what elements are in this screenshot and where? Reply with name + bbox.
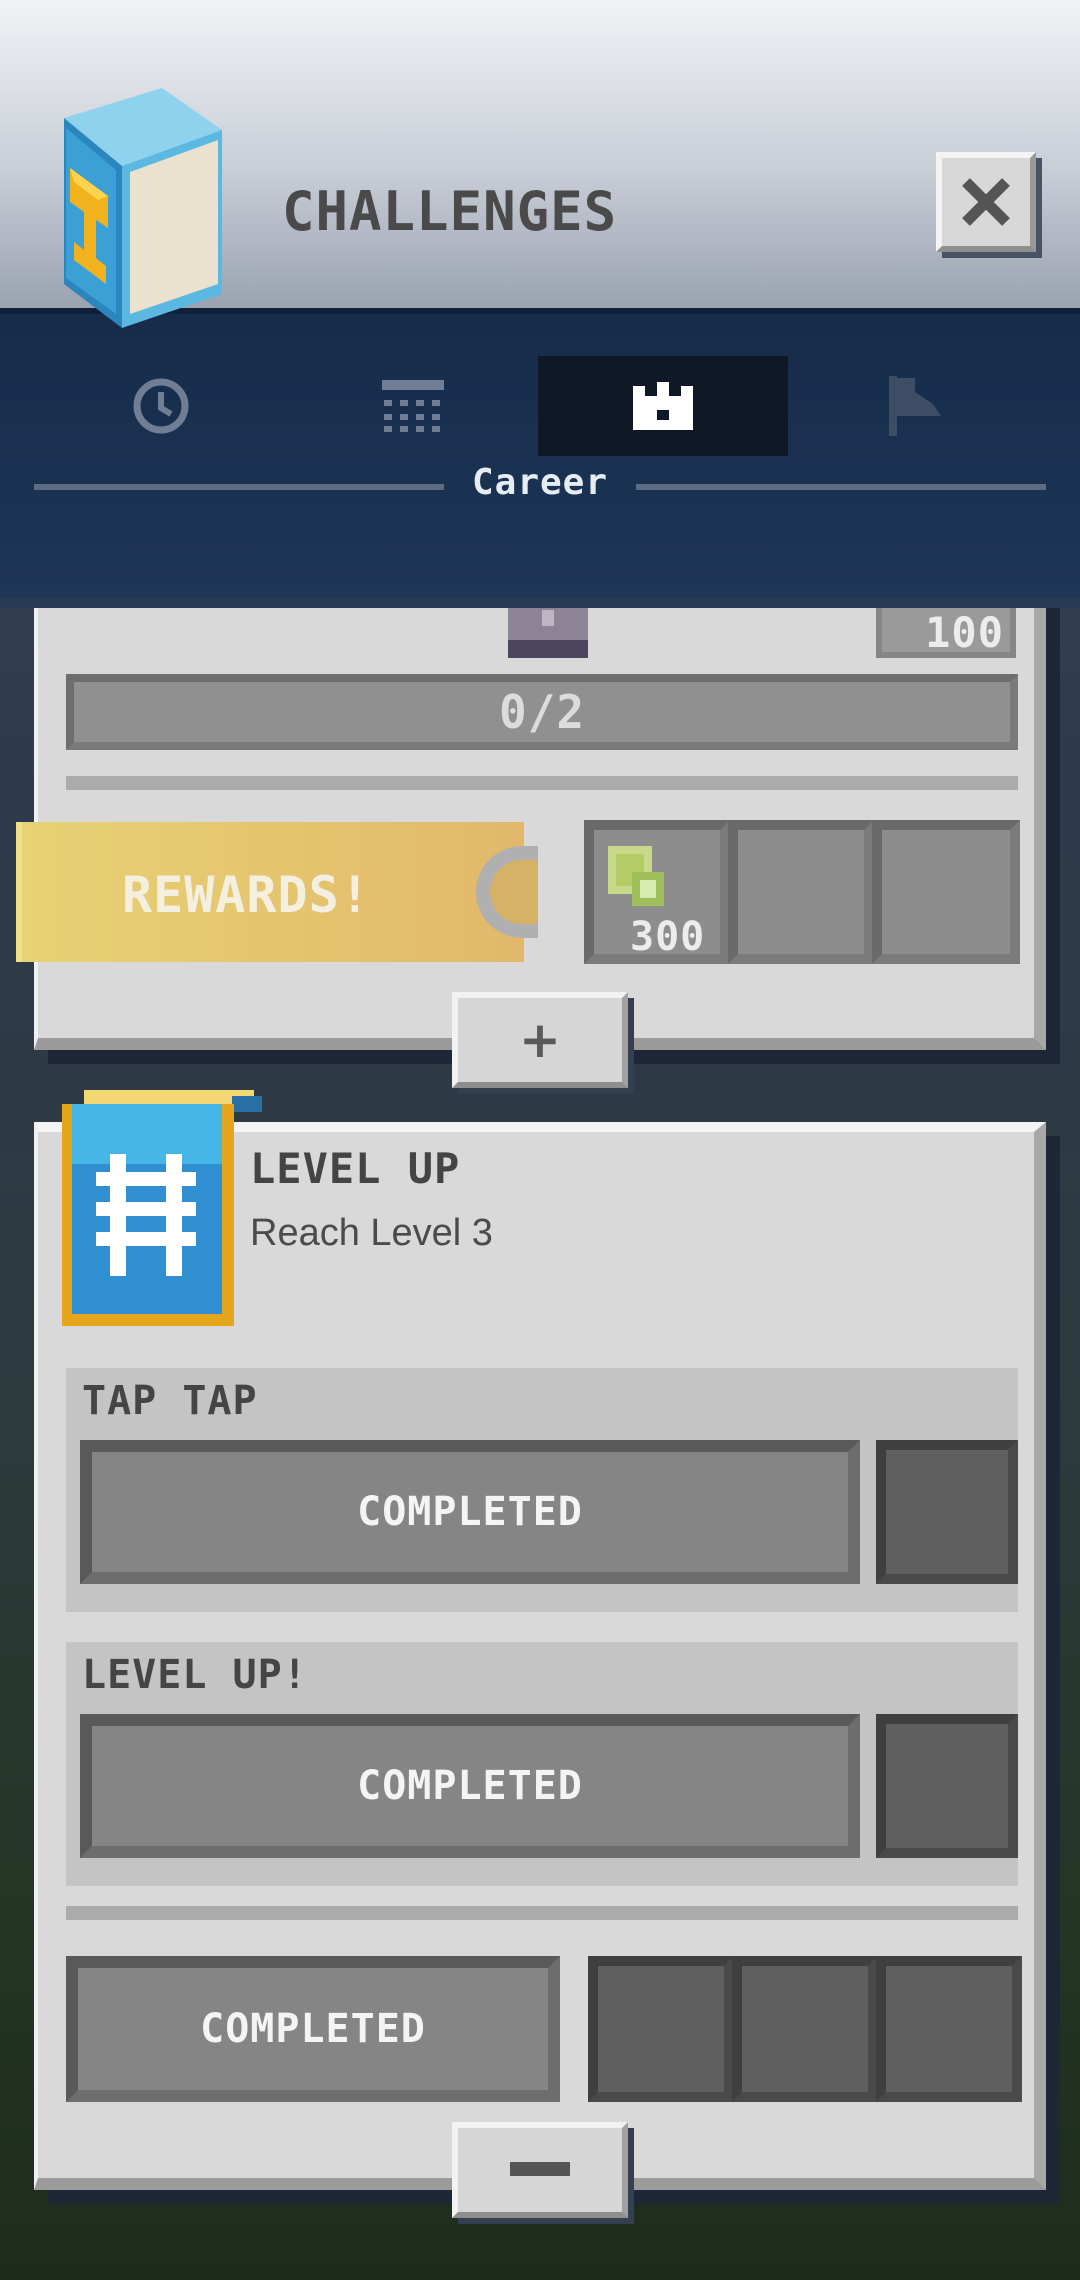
flag-icon (889, 376, 941, 436)
progress-bar: 0/2 (66, 674, 1018, 750)
task-status: COMPLETED (80, 1440, 860, 1584)
rewards-status: COMPLETED (66, 1956, 560, 2102)
challenges-book-icon (64, 88, 222, 328)
tab-events[interactable] (790, 356, 1040, 456)
task-section: TAP TAP COMPLETED (66, 1368, 1018, 1612)
reward-amount: 100 (925, 608, 1004, 657)
reward-slot[interactable] (728, 820, 874, 964)
challenge-card: 100 0/2 300 (34, 560, 1046, 1050)
tab-weekly[interactable] (288, 356, 538, 456)
plus-icon: + (519, 1011, 561, 1069)
task-status: COMPLETED (80, 1714, 860, 1858)
close-icon (962, 178, 1010, 226)
tab-bar: Career (0, 308, 1080, 608)
task-reward-slot[interactable] (876, 1714, 1018, 1858)
calendar-icon (382, 380, 444, 432)
close-button[interactable] (936, 152, 1036, 252)
task-name: TAP TAP (82, 1378, 258, 1424)
tab-daily[interactable] (36, 356, 286, 456)
clock-icon (133, 378, 189, 434)
rewards-banner-notch (476, 846, 538, 938)
emerald-icon (608, 846, 664, 906)
task-name: LEVEL UP! (82, 1652, 308, 1698)
reward-slot-amount: 300 (630, 914, 706, 960)
expand-button[interactable]: + (452, 992, 628, 1088)
challenge-title: LEVEL UP (250, 1144, 461, 1193)
rewards-banner: REWARDS! (16, 822, 538, 962)
reward-slot[interactable] (732, 1956, 878, 2102)
item-icon (508, 600, 588, 658)
reward-slot[interactable]: 300 (584, 820, 730, 964)
divider (66, 1906, 1018, 1920)
task-reward-slot[interactable] (876, 1440, 1018, 1584)
rewards-label: REWARDS! (122, 866, 371, 924)
active-tab-label: Career (471, 462, 609, 503)
divider (66, 776, 1018, 790)
reward-slot[interactable] (588, 1956, 734, 2102)
challenge-description: Reach Level 3 (250, 1212, 493, 1254)
rail-banner-icon (62, 1090, 262, 1326)
task-section: LEVEL UP! COMPLETED (66, 1642, 1018, 1886)
crown-icon (633, 382, 693, 430)
page-title: CHALLENGES (282, 180, 618, 243)
reward-slot[interactable] (872, 820, 1020, 964)
reward-slot[interactable] (876, 1956, 1022, 2102)
collapse-button[interactable] (452, 2122, 628, 2218)
tab-career[interactable] (538, 356, 788, 456)
minus-icon (510, 2162, 570, 2176)
